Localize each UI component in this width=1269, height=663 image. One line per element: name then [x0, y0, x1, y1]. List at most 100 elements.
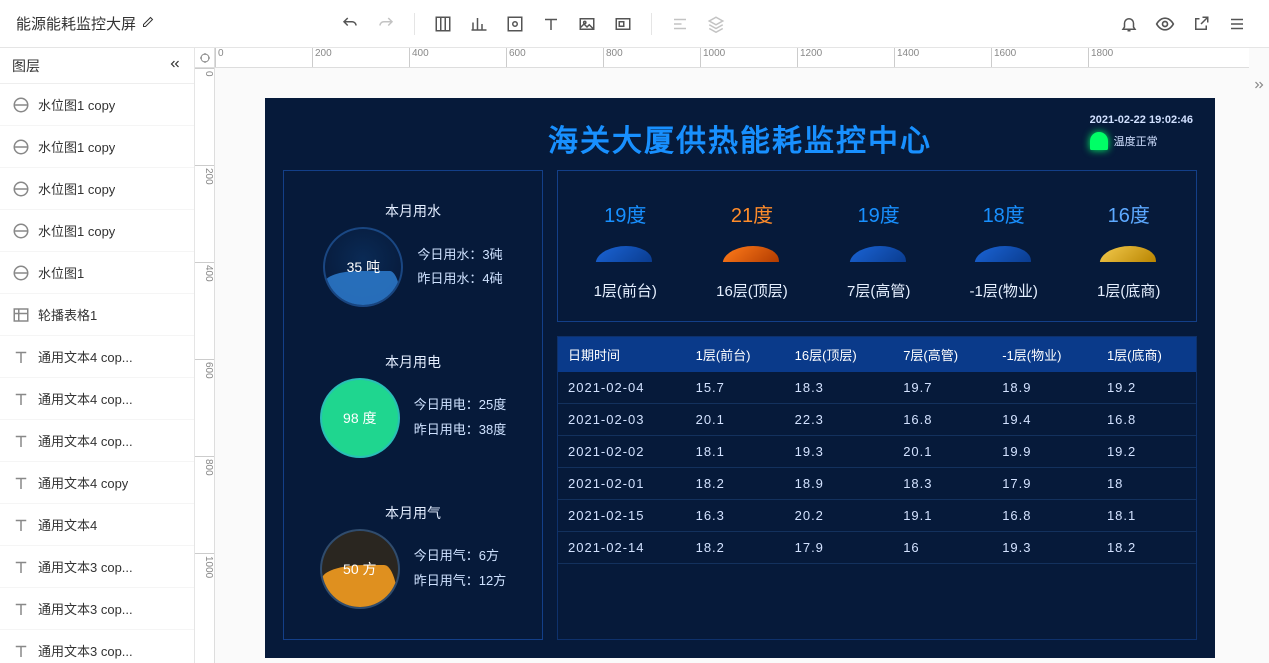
table-row: 2021-02-1418.217.91619.318.2 [558, 532, 1196, 564]
ruler-origin-icon[interactable] [195, 48, 215, 68]
floor-label: -1层(物业) [970, 280, 1038, 301]
table-cell: 19.3 [992, 532, 1097, 564]
gauge-icon [12, 96, 30, 114]
text-icon [12, 348, 30, 366]
wave-icon [850, 246, 908, 262]
gauge-block: 本月用气 50 方今日用气：6方昨日用气：12方 [294, 503, 532, 609]
bell-icon[interactable] [1113, 8, 1145, 40]
table-row: 2021-02-0118.218.918.317.918 [558, 468, 1196, 500]
dashboard-canvas[interactable]: 海关大厦供热能耗监控中心 2021-02-22 19:02:46 温度正常 本月… [265, 98, 1215, 658]
wave-icon [975, 246, 1033, 262]
table-cell: 19.7 [893, 372, 992, 404]
layer-item[interactable]: 通用文本4 cop... [0, 378, 194, 420]
layer-list: 水位图1 copy水位图1 copy水位图1 copy水位图1 copy水位图1… [0, 84, 194, 663]
export-icon[interactable] [1185, 8, 1217, 40]
temperature-value: 21度 [731, 199, 773, 228]
gauge-icon [12, 138, 30, 156]
layer-label: 通用文本4 cop... [38, 431, 133, 450]
text-icon [12, 642, 30, 660]
gauge-title: 本月用气 [385, 503, 441, 523]
gauge-circle: 50 方 [320, 529, 400, 609]
gauge-icon [12, 222, 30, 240]
table-header: 1层(前台) [686, 337, 785, 372]
gauge-meta: 今日用气：6方昨日用气：12方 [414, 544, 506, 593]
layer-label: 通用文本3 cop... [38, 557, 133, 576]
status-text: 温度正常 [1114, 133, 1158, 149]
text-icon [12, 390, 30, 408]
layer-label: 通用文本3 cop... [38, 641, 133, 660]
ruler-horizontal: 020040060080010001200140016001800 [215, 48, 1249, 68]
layer-label: 水位图1 [38, 263, 84, 282]
canvas-area[interactable]: 020040060080010001200140016001800 020040… [195, 48, 1269, 663]
layer-label: 水位图1 copy [38, 95, 115, 114]
stack-button[interactable] [700, 8, 732, 40]
preview-icon[interactable] [1149, 8, 1181, 40]
table-cell: 20.1 [686, 404, 785, 436]
table-cell: 16.8 [1097, 404, 1196, 436]
document-title[interactable]: 能源能耗监控大屏 [16, 13, 154, 34]
menu-icon[interactable] [1221, 8, 1253, 40]
layout-panel-button[interactable] [427, 8, 459, 40]
table-cell: 18.1 [686, 436, 785, 468]
gauge-block: 本月用电98 度今日用电：25度昨日用电：38度 [294, 352, 532, 458]
collapse-icon[interactable] [168, 57, 182, 74]
image-button[interactable] [571, 8, 603, 40]
toolbar-right [1113, 8, 1253, 40]
layer-item[interactable]: 通用文本4 cop... [0, 336, 194, 378]
target-button[interactable] [499, 8, 531, 40]
redo-button[interactable] [370, 8, 402, 40]
layer-item[interactable]: 通用文本3 cop... [0, 588, 194, 630]
layer-item[interactable]: 水位图1 [0, 252, 194, 294]
align-button[interactable] [664, 8, 696, 40]
layer-item[interactable]: 通用文本4 copy [0, 462, 194, 504]
table-cell: 2021-02-04 [558, 372, 686, 404]
table-cell: 18.2 [1097, 532, 1196, 564]
dashboard-title: 海关大厦供热能耗监控中心 [265, 98, 1215, 160]
floor-label: 1层(前台) [594, 280, 657, 301]
table-row: 2021-02-0320.122.316.819.416.8 [558, 404, 1196, 436]
layer-item[interactable]: 轮播表格1 [0, 294, 194, 336]
gauge-icon [12, 180, 30, 198]
wave-icon [723, 246, 781, 262]
gauge-meta: 今日用水：3砘昨日用水：4砘 [417, 243, 502, 292]
right-panel-collapse[interactable] [1249, 70, 1269, 100]
table-cell: 18 [1097, 468, 1196, 500]
gauge-title: 本月用电 [385, 352, 441, 372]
layer-label: 通用文本3 cop... [38, 599, 133, 618]
media-button[interactable] [607, 8, 639, 40]
table-cell: 16.3 [686, 500, 785, 532]
temperature-card: 21度 16层(顶层) [716, 199, 788, 301]
chart-button[interactable] [463, 8, 495, 40]
table-header: 1层(底商) [1097, 337, 1196, 372]
table-cell: 2021-02-01 [558, 468, 686, 500]
edit-icon[interactable] [142, 15, 154, 32]
floor-label: 16层(顶层) [716, 280, 788, 301]
layer-item[interactable]: 通用文本3 cop... [0, 630, 194, 663]
layer-item[interactable]: 水位图1 copy [0, 168, 194, 210]
layer-item[interactable]: 水位图1 copy [0, 210, 194, 252]
dashboard-status: 2021-02-22 19:02:46 温度正常 [1090, 114, 1193, 150]
layer-item[interactable]: 水位图1 copy [0, 126, 194, 168]
title-text: 能源能耗监控大屏 [16, 13, 136, 34]
layer-item[interactable]: 水位图1 copy [0, 84, 194, 126]
table-cell: 2021-02-03 [558, 404, 686, 436]
table-cell: 19.9 [992, 436, 1097, 468]
text-icon [12, 558, 30, 576]
table-row: 2021-02-0218.119.320.119.919.2 [558, 436, 1196, 468]
layer-item[interactable]: 通用文本4 [0, 504, 194, 546]
temperature-card: 19度1层(前台) [594, 199, 657, 301]
separator [651, 13, 652, 35]
table-cell: 19.2 [1097, 436, 1196, 468]
layer-item[interactable]: 通用文本3 cop... [0, 546, 194, 588]
table-cell: 16.8 [893, 404, 992, 436]
layer-label: 水位图1 copy [38, 137, 115, 156]
layer-item[interactable]: 通用文本4 cop... [0, 420, 194, 462]
text-button[interactable] [535, 8, 567, 40]
layer-panel-title: 图层 [12, 56, 40, 76]
table-cell: 18.2 [686, 532, 785, 564]
layer-label: 轮播表格1 [38, 305, 97, 324]
table-cell: 17.9 [785, 532, 894, 564]
table-header: 16层(顶层) [785, 337, 894, 372]
undo-button[interactable] [334, 8, 366, 40]
table-cell: 20.1 [893, 436, 992, 468]
